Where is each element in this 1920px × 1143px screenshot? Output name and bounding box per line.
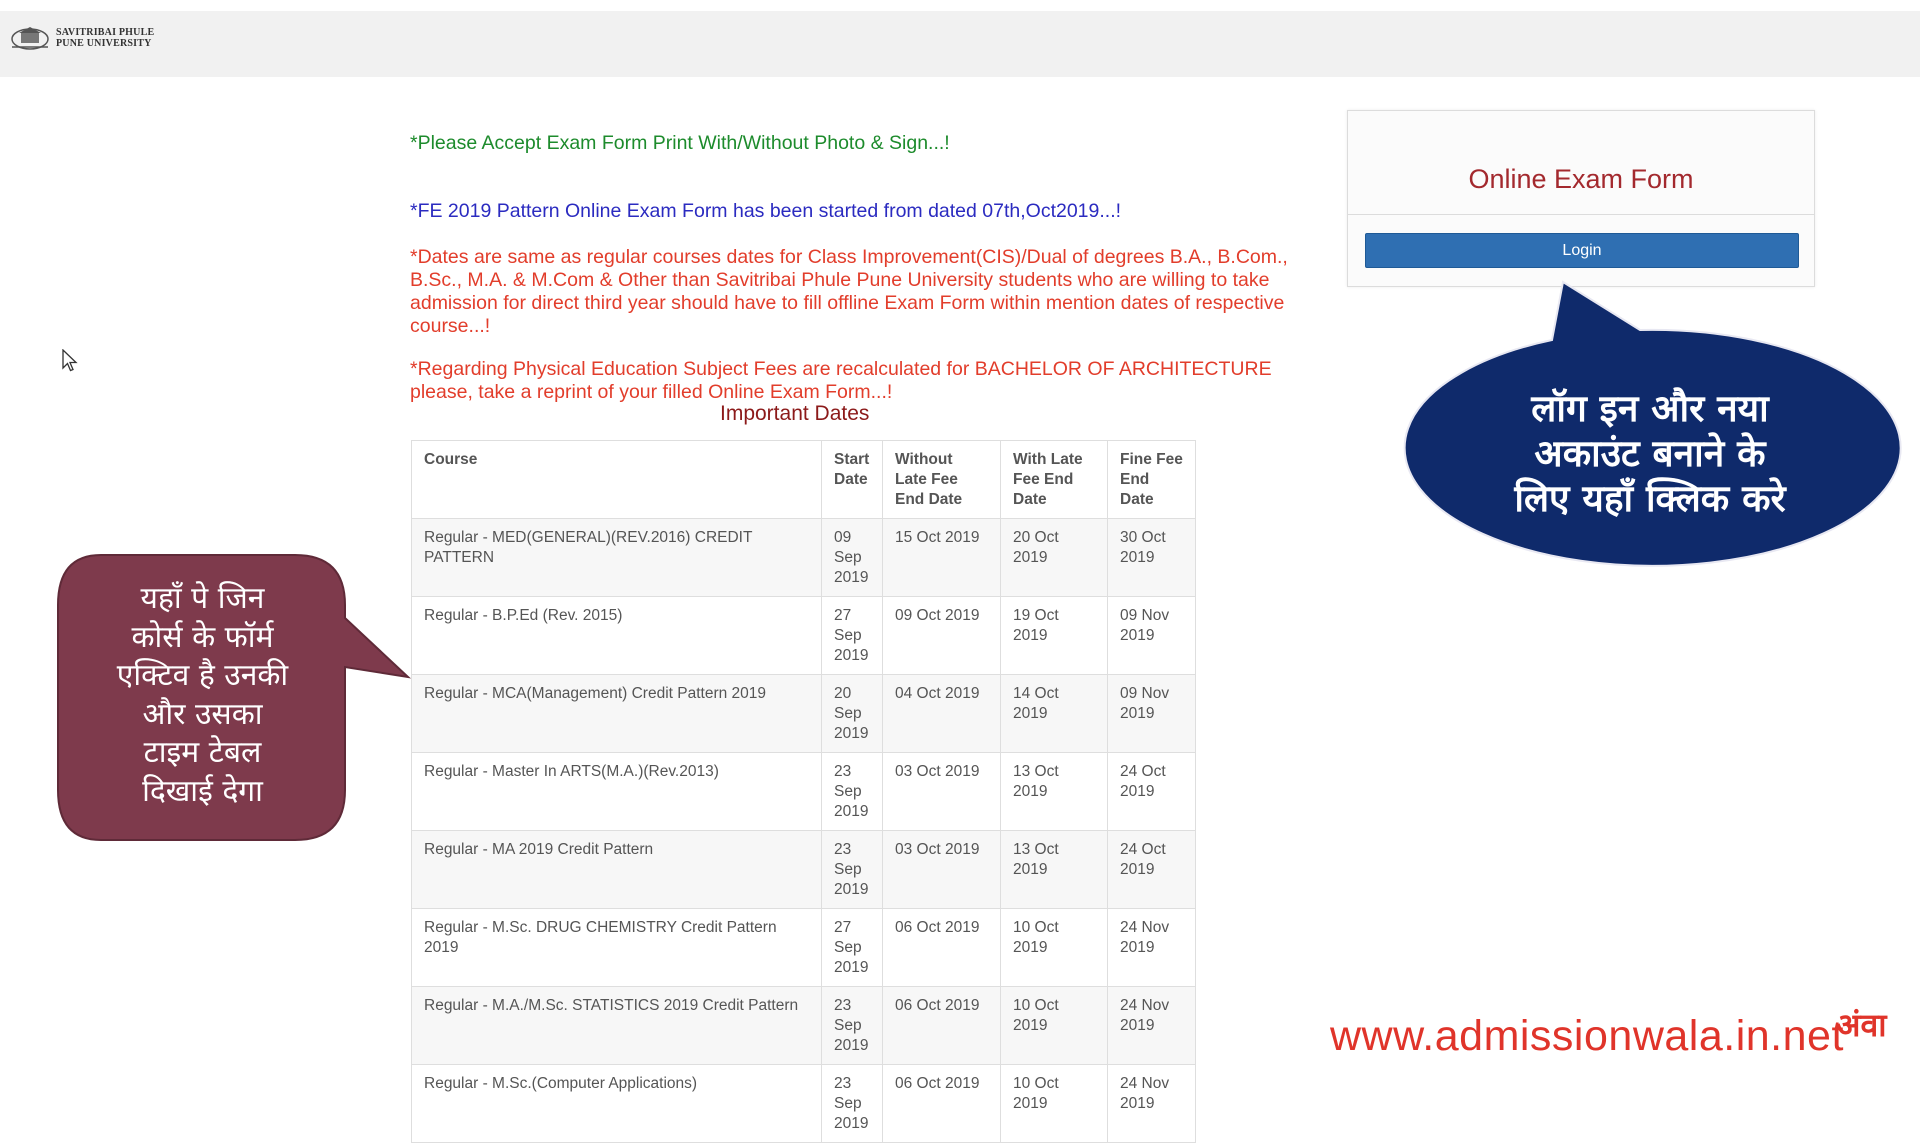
- course-cell: Regular - MED(GENERAL)(REV.2016) CREDIT …: [411, 518, 822, 597]
- table-row: Regular - B.P.Ed (Rev. 2015) 27 Sep 2019…: [411, 596, 1196, 675]
- online-exam-form-panel: Online Exam Form Login: [1347, 110, 1815, 287]
- login-button[interactable]: Login: [1365, 233, 1799, 268]
- logo-line-1: SAVITRIBAI PHULE: [56, 27, 155, 38]
- table-callout-line-1: यहाँ पे जिन: [140, 581, 265, 616]
- without-late-fee-cell: 03 Oct 2019: [882, 830, 1001, 909]
- course-cell: Regular - MCA(Management) Credit Pattern…: [411, 674, 822, 753]
- table-callout-line-6: दिखाई देगा: [142, 773, 263, 809]
- without-late-fee-cell: 15 Oct 2019: [882, 518, 1001, 597]
- start-date-cell: 23 Sep 2019: [821, 986, 883, 1065]
- university-emblem-icon: [11, 27, 49, 50]
- mouse-pointer-icon: [62, 349, 78, 372]
- with-late-fee-cell: 10 Oct 2019: [1000, 908, 1108, 987]
- column-header-course: Course: [411, 440, 822, 519]
- without-late-fee-cell: 03 Oct 2019: [882, 752, 1001, 831]
- without-late-fee-cell: 04 Oct 2019: [882, 674, 1001, 753]
- fine-fee-cell: 30 Oct 2019: [1107, 518, 1196, 597]
- with-late-fee-cell: 10 Oct 2019: [1000, 1064, 1108, 1143]
- table-callout-text: यहाँ पे जिन कोर्स के फॉर्म एक्टिव है उनक…: [70, 580, 335, 811]
- university-name: SAVITRIBAI PHULE PUNE UNIVERSITY: [56, 27, 154, 49]
- with-late-fee-cell: 10 Oct 2019: [1000, 986, 1108, 1065]
- with-late-fee-cell: 14 Oct 2019: [1000, 674, 1108, 753]
- notice-dates-cis: *Dates are same as regular courses dates…: [410, 246, 1288, 337]
- login-callout-line-1: लॉग इन और नया: [1531, 387, 1769, 430]
- table-row: Regular - M.Sc.(Computer Applications) 2…: [411, 1064, 1196, 1143]
- table-callout-line-3: एक्टिव है उनकी: [116, 658, 289, 693]
- column-header-fine-fee: Fine Fee End Date: [1107, 440, 1196, 519]
- without-late-fee-cell: 06 Oct 2019: [882, 986, 1001, 1065]
- with-late-fee-cell: 13 Oct 2019: [1000, 752, 1108, 831]
- table-row: Regular - MED(GENERAL)(REV.2016) CREDIT …: [411, 518, 1196, 597]
- course-cell: Regular - M.A./M.Sc. STATISTICS 2019 Cre…: [411, 986, 822, 1065]
- site-header: SAVITRIBAI PHULE PUNE UNIVERSITY: [0, 0, 1920, 77]
- start-date-cell: 23 Sep 2019: [821, 1064, 883, 1143]
- table-callout-line-4: और उसका: [142, 696, 263, 732]
- start-date-cell: 23 Sep 2019: [821, 830, 883, 909]
- notice-photo-sign: *Please Accept Exam Form Print With/With…: [410, 132, 950, 154]
- important-dates-title: Important Dates: [720, 402, 870, 425]
- column-header-start-date: Start Date: [821, 440, 883, 519]
- login-callout-line-2: अकाउंट बनाने के: [1534, 432, 1766, 475]
- table-row: Regular - M.Sc. DRUG CHEMISTRY Credit Pa…: [411, 908, 1196, 987]
- notice-fe-2019: *FE 2019 Pattern Online Exam Form has be…: [410, 200, 1122, 222]
- table-row: Regular - Master In ARTS(M.A.)(Rev.2013)…: [411, 752, 1196, 831]
- table-row: Regular - MCA(Management) Credit Pattern…: [411, 674, 1196, 753]
- column-header-without-late-fee: Without Late Fee End Date: [882, 440, 1001, 519]
- online-exam-form-title: Online Exam Form: [1348, 111, 1814, 215]
- without-late-fee-cell: 06 Oct 2019: [882, 908, 1001, 987]
- brand-mark: अंवा: [1836, 1006, 1887, 1044]
- column-header-with-late-fee: With Late Fee End Date: [1000, 440, 1108, 519]
- fine-fee-cell: 09 Nov 2019: [1107, 596, 1196, 675]
- university-logo[interactable]: SAVITRIBAI PHULE PUNE UNIVERSITY: [8, 23, 154, 53]
- start-date-cell: 27 Sep 2019: [821, 908, 883, 987]
- login-callout-line-3: लिए यहाँ क्लिक करे: [1514, 477, 1786, 520]
- fine-fee-cell: 24 Nov 2019: [1107, 1064, 1196, 1143]
- start-date-cell: 20 Sep 2019: [821, 674, 883, 753]
- table-row: Regular - M.A./M.Sc. STATISTICS 2019 Cre…: [411, 986, 1196, 1065]
- course-cell: Regular - M.Sc.(Computer Applications): [411, 1064, 822, 1143]
- start-date-cell: 27 Sep 2019: [821, 596, 883, 675]
- login-callout-text: लॉग इन और नया अकाउंट बनाने के लिए यहाँ क…: [1430, 386, 1870, 521]
- important-dates-table: Course Start Date Without Late Fee End D…: [411, 440, 1196, 1143]
- fine-fee-cell: 24 Nov 2019: [1107, 986, 1196, 1065]
- course-cell: Regular - MA 2019 Credit Pattern: [411, 830, 822, 909]
- without-late-fee-cell: 09 Oct 2019: [882, 596, 1001, 675]
- table-callout-line-5: टाइम टेबल: [143, 735, 262, 770]
- fine-fee-cell: 24 Oct 2019: [1107, 752, 1196, 831]
- course-cell: Regular - B.P.Ed (Rev. 2015): [411, 596, 822, 675]
- start-date-cell: 23 Sep 2019: [821, 752, 883, 831]
- without-late-fee-cell: 06 Oct 2019: [882, 1064, 1001, 1143]
- table-header-row: Course Start Date Without Late Fee End D…: [411, 440, 1196, 519]
- notice-physical-education: *Regarding Physical Education Subject Fe…: [410, 358, 1272, 403]
- fine-fee-cell: 24 Oct 2019: [1107, 830, 1196, 909]
- logo-line-2: PUNE UNIVERSITY: [56, 38, 152, 49]
- with-late-fee-cell: 20 Oct 2019: [1000, 518, 1108, 597]
- table-row: Regular - MA 2019 Credit Pattern 23 Sep …: [411, 830, 1196, 909]
- with-late-fee-cell: 13 Oct 2019: [1000, 830, 1108, 909]
- course-cell: Regular - M.Sc. DRUG CHEMISTRY Credit Pa…: [411, 908, 822, 987]
- start-date-cell: 09 Sep 2019: [821, 518, 883, 597]
- course-cell: Regular - Master In ARTS(M.A.)(Rev.2013): [411, 752, 822, 831]
- table-callout-line-2: कोर्स के फॉर्म: [131, 619, 274, 655]
- fine-fee-cell: 09 Nov 2019: [1107, 674, 1196, 753]
- with-late-fee-cell: 19 Oct 2019: [1000, 596, 1108, 675]
- watermark-url: www.admissionwala.in.net: [1330, 1012, 1844, 1060]
- fine-fee-cell: 24 Nov 2019: [1107, 908, 1196, 987]
